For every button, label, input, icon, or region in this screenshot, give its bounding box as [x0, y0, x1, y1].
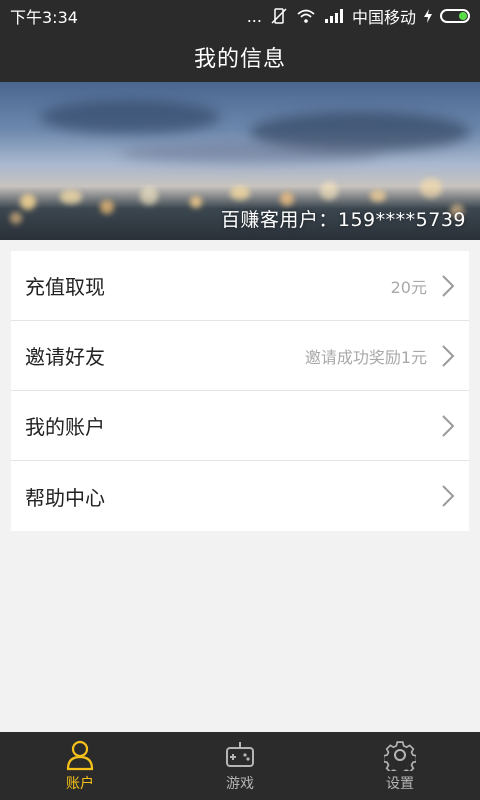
- tab-account[interactable]: 账户: [0, 732, 160, 800]
- menu-list: 充值取现 20元 邀请好友 邀请成功奖励1元 我的账户 帮助中心: [11, 251, 469, 531]
- chevron-right-icon: [442, 414, 455, 437]
- menu-item-label: 帮助中心: [25, 485, 105, 510]
- notification-dots: ...: [246, 6, 262, 26]
- menu-item-label: 邀请好友: [25, 345, 105, 369]
- carrier-name: 中国移动: [351, 8, 416, 27]
- status-bar: 下午3:34 ... 中国移动: [0, 0, 480, 32]
- tab-label: 设置: [386, 776, 414, 792]
- gear-icon: [384, 741, 416, 771]
- chevron-right-icon: [442, 485, 455, 507]
- bottom-nav: 账户 游戏 设置: [0, 732, 480, 800]
- vibrate-off-icon: [270, 7, 288, 25]
- gamepad-icon: [226, 742, 254, 767]
- menu-item-invite-friends[interactable]: 邀请好友 邀请成功奖励1元: [11, 321, 469, 391]
- status-indicators: ... 中国移动: [247, 4, 470, 28]
- tab-games[interactable]: 游戏: [160, 732, 320, 800]
- person-icon: [66, 740, 94, 771]
- tab-label: 游戏: [226, 776, 254, 792]
- menu-item-recharge-withdraw[interactable]: 充值取现 20元: [11, 251, 469, 321]
- menu-item-help-center[interactable]: 帮助中心: [11, 461, 469, 531]
- balance-value: 20元: [390, 277, 427, 297]
- menu-item-my-account[interactable]: 我的账户: [11, 391, 469, 461]
- charging-icon: [424, 9, 432, 23]
- menu-item-label: 充值取现: [25, 275, 105, 299]
- status-time: 下午3:34: [10, 8, 78, 27]
- menu-item-label: 我的账户: [25, 415, 105, 439]
- signal-icon: [324, 9, 344, 23]
- user-account-label: 百赚客用户：159****5739: [220, 209, 466, 231]
- chevron-right-icon: [442, 274, 455, 297]
- tab-label: 账户: [66, 776, 94, 792]
- profile-banner: 百赚客用户：159****5739: [0, 82, 480, 240]
- wifi-icon: [296, 8, 316, 24]
- header: 我的信息: [0, 32, 480, 82]
- invite-reward-text: 邀请成功奖励1元: [304, 347, 427, 367]
- battery-icon: [440, 9, 470, 23]
- chevron-right-icon: [442, 344, 455, 367]
- page-title: 我的信息: [193, 47, 286, 72]
- tab-settings[interactable]: 设置: [320, 732, 480, 800]
